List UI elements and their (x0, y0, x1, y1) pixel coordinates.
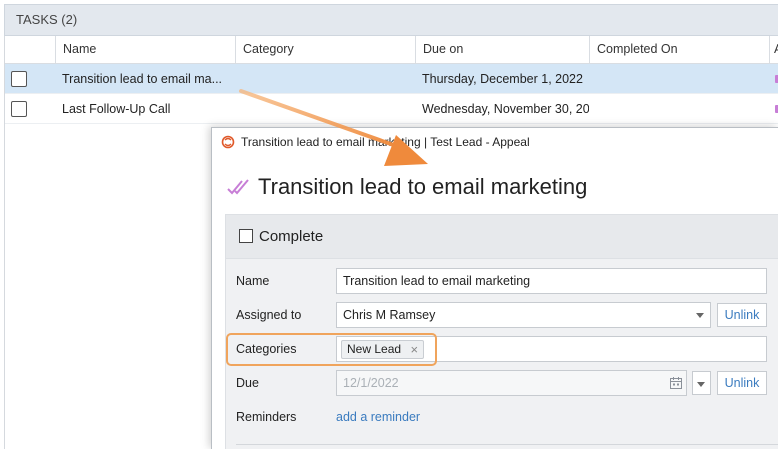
assigned-select[interactable]: Chris M Ramsey (336, 302, 711, 328)
column-name[interactable]: Name (55, 36, 235, 64)
column-category[interactable]: Category (235, 36, 415, 64)
column-assigned[interactable]: A (769, 36, 778, 64)
categories-input[interactable]: New Lead × (336, 336, 767, 362)
category-chip-label: New Lead (347, 342, 402, 356)
assigned-unlink-button[interactable]: Unlink (717, 303, 767, 327)
close-icon[interactable]: × (410, 341, 418, 358)
calendar-icon[interactable] (669, 376, 683, 390)
due-unlink-button[interactable]: Unlink (717, 371, 767, 395)
table-row[interactable]: Last Follow-Up Call Wednesday, November … (5, 94, 778, 124)
task-form: Complete Name Transition lead to email m… (225, 214, 778, 449)
name-input[interactable]: Transition lead to email marketing (336, 268, 767, 294)
assigned-row: Assigned to Chris M Ramsey Unlink (226, 301, 778, 329)
row-checkbox[interactable] (11, 101, 27, 117)
due-date-input[interactable]: 12/1/2022 (336, 370, 687, 396)
dialog-titlebar[interactable]: Transition lead to email marketing | Tes… (212, 128, 778, 156)
add-reminder-link[interactable]: add a reminder (336, 403, 420, 431)
column-completed-on[interactable]: Completed On (589, 36, 769, 64)
due-dropdown-button[interactable] (692, 371, 711, 395)
complete-bar: Complete (226, 215, 778, 259)
name-label: Name (236, 274, 270, 288)
assigned-value: Chris M Ramsey (343, 308, 436, 322)
complete-label[interactable]: Complete (259, 228, 323, 246)
row-due-on: Thursday, December 1, 2022 (422, 72, 583, 86)
reminders-row: Reminders add a reminder (226, 403, 778, 431)
row-category (235, 94, 415, 124)
divider (236, 444, 778, 445)
row-category (235, 64, 415, 94)
row-name: Last Follow-Up Call (62, 102, 171, 116)
column-select[interactable] (5, 36, 55, 64)
dialog-window-title: Transition lead to email marketing | Tes… (241, 135, 530, 149)
chevron-down-icon (697, 382, 705, 387)
row-due-on: Wednesday, November 30, 2022 (422, 102, 589, 116)
category-chip: New Lead × (341, 340, 425, 359)
categories-row: Categories New Lead × (226, 335, 778, 363)
appeal-logo-icon (221, 135, 235, 149)
reminders-label: Reminders (236, 410, 297, 424)
row-name: Transition lead to email ma... (62, 72, 223, 86)
row-completed-on (589, 64, 769, 94)
dialog-heading-text: Transition lead to email marketing (258, 174, 588, 199)
column-due-on[interactable]: Due on (415, 36, 589, 64)
row-completed-on (589, 94, 769, 124)
complete-checkbox[interactable] (239, 229, 253, 243)
tasks-header-title: TASKS (2) (16, 12, 78, 27)
table-row[interactable]: Transition lead to email ma... Thursday,… (5, 64, 778, 94)
due-date-value: 12/1/2022 (343, 376, 399, 390)
tasks-section-header[interactable]: TASKS (2) (4, 4, 778, 36)
assigned-label: Assigned to (236, 308, 302, 322)
due-label: Due (236, 376, 259, 390)
double-check-icon (227, 179, 249, 195)
name-row: Name Transition lead to email marketing (226, 267, 778, 295)
row-checkbox[interactable] (11, 71, 27, 87)
task-detail-dialog: Transition lead to email marketing | Tes… (211, 127, 778, 449)
categories-label: Categories (236, 342, 297, 356)
dialog-heading: Transition lead to email marketing (226, 172, 587, 202)
due-row: Due 12/1/2022 Unlink (226, 369, 778, 397)
grid-column-headers: Name Category Due on Completed On A (5, 36, 778, 64)
chevron-down-icon (696, 313, 704, 318)
